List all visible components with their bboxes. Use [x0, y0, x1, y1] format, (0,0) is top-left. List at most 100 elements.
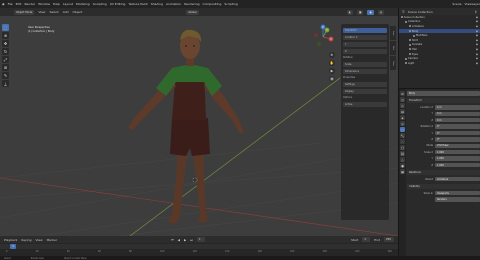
- 3d-viewport[interactable]: Object Mode View Select Add Object Globa…: [0, 8, 398, 236]
- property-value-field[interactable]: 0 m: [435, 118, 480, 123]
- transform-orientation[interactable]: Global: [186, 9, 199, 15]
- xray-icon[interactable]: ▣: [357, 9, 364, 15]
- blender-logo-icon[interactable]: ◉: [2, 2, 5, 6]
- tab-modeling[interactable]: Modeling: [76, 2, 90, 6]
- texture-icon[interactable]: ▦: [400, 169, 405, 174]
- visibility-eye-icon[interactable]: ◉: [476, 48, 478, 51]
- data-icon[interactable]: △: [400, 157, 405, 162]
- npanel-row[interactable]: Scale: [343, 62, 387, 67]
- property-value-field[interactable]: Armature: [435, 176, 480, 182]
- mode-selector[interactable]: Object Mode: [14, 9, 35, 15]
- tab-tool[interactable]: Tool: [390, 41, 396, 55]
- visibility-eye-icon[interactable]: ◉: [476, 57, 478, 60]
- tab-animation[interactable]: Animation: [166, 2, 181, 6]
- npanel-row[interactable]: Dimensions: [343, 69, 387, 74]
- timeline-view-menu[interactable]: View: [35, 238, 42, 242]
- tab-view[interactable]: View: [390, 56, 396, 70]
- add-menu[interactable]: Add: [63, 10, 69, 14]
- property-value-field[interactable]: 0°: [435, 137, 480, 142]
- play-reverse-icon[interactable]: ◀: [178, 238, 180, 242]
- npanel-row[interactable]: Location X: [343, 35, 387, 40]
- rotate-icon[interactable]: ↻: [2, 48, 9, 55]
- annotate-icon[interactable]: ✎: [2, 72, 9, 79]
- object-icon[interactable]: ▢: [400, 127, 405, 132]
- tab-uv-editing[interactable]: UV Editing: [110, 2, 126, 6]
- zoom-icon[interactable]: ⊕: [329, 52, 335, 58]
- property-value-field[interactable]: 1.000: [435, 156, 480, 161]
- render-icon[interactable]: ◫: [400, 97, 405, 102]
- tab-texture-paint[interactable]: Texture Paint: [128, 2, 147, 6]
- tab-rendering[interactable]: Rendering: [184, 2, 199, 6]
- npanel-row[interactable]: Y: [343, 42, 387, 47]
- property-section-header[interactable]: Transform: [407, 98, 480, 103]
- cursor-icon[interactable]: ⊕: [2, 32, 9, 39]
- particles-icon[interactable]: ∴: [400, 139, 405, 144]
- npanel-row[interactable]: Transform: [343, 28, 387, 33]
- property-value-field[interactable]: XYZ Euler: [435, 143, 480, 149]
- constraints-icon[interactable]: ⛓︎: [400, 151, 405, 156]
- keying-menu[interactable]: Keying: [21, 238, 31, 242]
- scene-icon[interactable]: ◈: [400, 115, 405, 120]
- visibility-eye-icon[interactable]: ◉: [476, 53, 478, 56]
- marker-menu[interactable]: Marker: [47, 238, 57, 242]
- scale-icon[interactable]: ⤢: [2, 56, 9, 63]
- material-icon[interactable]: ●: [400, 163, 405, 168]
- tab-sculpting[interactable]: Sculpting: [93, 2, 107, 6]
- tab-shading[interactable]: Shading: [151, 2, 163, 6]
- start-frame-field[interactable]: 1: [362, 237, 371, 242]
- property-value-field[interactable]: 0 m: [435, 105, 480, 110]
- npanel-row[interactable]: Settings: [343, 82, 387, 87]
- visibility-eye-icon[interactable]: ◉: [476, 30, 478, 33]
- physics-icon[interactable]: ◯: [400, 145, 405, 150]
- visibility-eye-icon[interactable]: ◉: [476, 62, 478, 65]
- current-frame-field[interactable]: 1: [197, 237, 205, 242]
- move-icon[interactable]: ✥: [2, 40, 9, 47]
- select-menu[interactable]: Select: [49, 10, 58, 14]
- outliner-display-icon[interactable]: ☰: [402, 10, 405, 14]
- overlay-icon[interactable]: ◐: [346, 9, 354, 15]
- perspective-toggle-icon[interactable]: ▦: [329, 76, 335, 82]
- npanel-row[interactable]: Display: [343, 89, 387, 94]
- tool-settings-icon[interactable]: ⚙: [400, 91, 405, 96]
- object-name-field[interactable]: Body: [407, 91, 480, 96]
- property-section-header[interactable]: Visibility: [407, 183, 480, 189]
- visibility-eye-icon[interactable]: ◉: [476, 34, 478, 37]
- menu-render[interactable]: Render: [24, 2, 35, 6]
- timeline-ruler[interactable]: [0, 244, 398, 249]
- outliner-item[interactable]: Light ◉: [399, 61, 480, 66]
- measure-icon[interactable]: ⟂: [2, 80, 9, 87]
- menu-edit[interactable]: Edit: [16, 2, 22, 6]
- object-menu[interactable]: Object: [73, 10, 83, 14]
- visibility-eye-icon[interactable]: ◉: [476, 39, 478, 42]
- view-layer-selector[interactable]: ViewLayer: [465, 2, 480, 6]
- select-box-icon[interactable]: ⬚: [2, 24, 9, 31]
- property-value-field[interactable]: Viewports: [435, 190, 480, 196]
- tab-scripting[interactable]: Scripting: [224, 2, 237, 6]
- tab-item[interactable]: Item: [390, 26, 396, 40]
- property-value-field[interactable]: 1.000: [435, 162, 480, 168]
- view-layer-icon[interactable]: ▤: [400, 109, 405, 114]
- play-icon[interactable]: ▶: [184, 238, 186, 242]
- playhead[interactable]: 1: [10, 244, 16, 249]
- navigation-gizmo[interactable]: X Y Z: [310, 24, 336, 50]
- transform-icon[interactable]: ⊞: [2, 64, 9, 71]
- property-value-field[interactable]: 0°: [435, 124, 480, 129]
- camera-view-icon[interactable]: ▶: [329, 68, 335, 74]
- menu-file[interactable]: File: [8, 2, 13, 6]
- material-shading-icon[interactable]: ◍: [377, 9, 384, 15]
- menu-help[interactable]: Help: [53, 2, 60, 6]
- jump-end-icon[interactable]: ⏭: [190, 238, 193, 242]
- tab-layout[interactable]: Layout: [63, 2, 73, 6]
- visibility-eye-icon[interactable]: ◉: [476, 25, 478, 28]
- output-icon[interactable]: ⎙: [400, 103, 405, 108]
- world-icon[interactable]: ◎: [400, 121, 405, 126]
- visibility-eye-icon[interactable]: ◉: [476, 20, 478, 23]
- character-model[interactable]: [128, 29, 244, 224]
- jump-start-icon[interactable]: ⏮: [171, 238, 174, 242]
- visibility-eye-icon[interactable]: ◉: [476, 43, 478, 46]
- filter-icon[interactable]: ⚲: [475, 10, 477, 14]
- property-value-field[interactable]: 0 m: [435, 111, 480, 117]
- solid-shading-icon[interactable]: ●: [367, 9, 374, 15]
- modifier-wrench-icon[interactable]: 🔧︎: [400, 133, 405, 138]
- npanel-row[interactable]: Active: [343, 102, 387, 107]
